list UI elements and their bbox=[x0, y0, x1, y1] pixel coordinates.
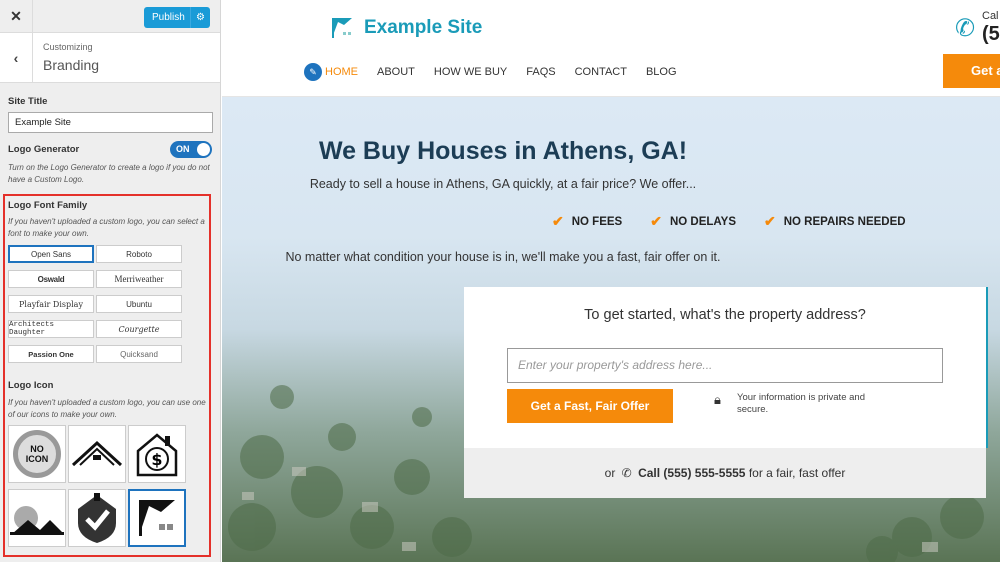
toggle-state: ON bbox=[176, 144, 190, 154]
customizer-topbar: ✕ Publish ⚙ bbox=[0, 0, 220, 33]
font-family-label: Logo Font Family bbox=[8, 200, 88, 211]
breadcrumb: Customizing bbox=[43, 42, 93, 52]
feature-label: NO FEES bbox=[571, 215, 623, 228]
font-option-passion-one[interactable]: Passion One bbox=[8, 345, 94, 363]
phone-icon: ✆ bbox=[955, 15, 976, 42]
font-option-roboto[interactable]: Roboto bbox=[96, 245, 182, 263]
no-icon-label: NO ICON bbox=[25, 444, 49, 464]
no-icon: NO ICON bbox=[13, 430, 61, 478]
sun-rooftops-icon bbox=[10, 506, 64, 535]
address-input[interactable]: Enter your property's address here... bbox=[507, 348, 943, 383]
site-header: Example Site ✎ HOME ABOUT HOW WE BUY FAQ… bbox=[222, 0, 1000, 97]
lead-form-card: To get started, what's the property addr… bbox=[464, 287, 986, 498]
call-phone-link[interactable]: Call (555) 555-5555 bbox=[638, 466, 745, 480]
get-offer-button[interactable]: Get a Fast, Fair Offer bbox=[507, 389, 673, 423]
logo-icon-option-none[interactable]: NO ICON bbox=[8, 425, 66, 483]
nav-item-faqs[interactable]: FAQS bbox=[526, 66, 555, 78]
font-option-oswald[interactable]: Oswald bbox=[8, 270, 94, 288]
font-option-playfair-display[interactable]: Playfair Display bbox=[8, 295, 94, 313]
feature-item: ✔ NO DELAYS bbox=[650, 213, 736, 230]
font-family-help: If you haven't uploaded a custom logo, y… bbox=[8, 217, 205, 238]
feature-item: ✔ NO REPAIRS NEEDED bbox=[764, 213, 906, 230]
publish-button[interactable]: Publish ⚙ bbox=[144, 7, 210, 28]
hero-title: We Buy Houses in Athens, GA! bbox=[318, 137, 688, 165]
shield-check-icon bbox=[78, 493, 116, 543]
logo-icon-option-house-dollar[interactable]: $ bbox=[128, 425, 186, 483]
font-option-courgette[interactable]: Courgette bbox=[96, 320, 182, 338]
feature-item: ✔ NO FEES bbox=[552, 213, 622, 230]
call-suffix: for a fair, fast offer bbox=[748, 466, 846, 480]
phone-icon: ✆ bbox=[621, 466, 632, 480]
font-option-open-sans[interactable]: Open Sans bbox=[8, 245, 94, 263]
flag-house-icon bbox=[139, 500, 175, 536]
roof-outline-icon bbox=[71, 440, 123, 467]
toggle-knob bbox=[197, 143, 210, 156]
close-icon[interactable]: ✕ bbox=[0, 0, 33, 33]
lock-icon: 🔒︎ bbox=[714, 392, 721, 407]
check-icon: ✔ bbox=[650, 213, 662, 229]
logo-icon-option-sun-rooftops[interactable] bbox=[8, 489, 66, 547]
nav-item-about[interactable]: ABOUT bbox=[377, 66, 415, 78]
section-title: Branding bbox=[43, 57, 100, 73]
logo-icon-option-flag-house[interactable] bbox=[128, 489, 186, 547]
site-preview: Example Site ✎ HOME ABOUT HOW WE BUY FAQ… bbox=[222, 0, 1000, 562]
form-question: To get started, what's the property addr… bbox=[584, 307, 866, 323]
check-icon: ✔ bbox=[764, 213, 776, 229]
site-title-label: Site Title bbox=[8, 96, 48, 107]
pencil-edit-icon[interactable]: ✎ bbox=[304, 63, 322, 81]
nav-item-how-we-buy[interactable]: HOW WE BUY bbox=[434, 66, 507, 78]
logo-generator-help: Turn on the Logo Generator to create a l… bbox=[8, 163, 210, 184]
call-bar: or ✆ Call (555) 555-5555 for a fair, fas… bbox=[464, 448, 986, 498]
call-number[interactable]: (5 bbox=[982, 23, 1000, 46]
logo-generator-toggle[interactable]: ON bbox=[170, 141, 212, 158]
feature-list: ✔ NO FEES ✔ NO DELAYS ✔ NO REPAIRS NEEDED bbox=[552, 213, 934, 230]
site-title-input[interactable]: Example Site bbox=[8, 112, 213, 133]
customizer-sidebar: ✕ Publish ⚙ ‹ Customizing Branding Site … bbox=[0, 0, 221, 562]
logo-generator-label: Logo Generator bbox=[8, 144, 80, 155]
privacy-note: Your information is private and secure. bbox=[737, 392, 865, 415]
header-cta-button[interactable]: Get a bbox=[943, 54, 1000, 88]
logo-icon-option-shield[interactable] bbox=[68, 489, 126, 547]
nav-item-blog[interactable]: BLOG bbox=[646, 66, 677, 78]
hero-note: No matter what condition your house is i… bbox=[285, 250, 721, 264]
main-nav: ✎ HOME ABOUT HOW WE BUY FAQS CONTACT BLO… bbox=[304, 63, 696, 81]
site-logo[interactable]: Example Site bbox=[330, 16, 482, 40]
nav-item-contact[interactable]: CONTACT bbox=[575, 66, 627, 78]
publish-label: Publish bbox=[152, 12, 185, 23]
nav-item-home[interactable]: HOME bbox=[325, 66, 358, 78]
flag-house-icon bbox=[332, 18, 352, 38]
font-option-ubuntu[interactable]: Ubuntu bbox=[96, 295, 182, 313]
svg-text:$: $ bbox=[151, 450, 162, 469]
lead-form: To get started, what's the property addr… bbox=[464, 287, 986, 448]
logo-icon-help: If you haven't uploaded a custom logo, y… bbox=[8, 398, 206, 419]
gear-icon[interactable]: ⚙ bbox=[190, 7, 210, 28]
feature-label: NO REPAIRS NEEDED bbox=[783, 215, 906, 228]
back-chevron-icon[interactable]: ‹ bbox=[0, 33, 33, 83]
font-option-quicksand[interactable]: Quicksand bbox=[96, 345, 182, 363]
call-prefix: or bbox=[604, 466, 616, 480]
font-option-merriweather[interactable]: Merriweather bbox=[96, 270, 182, 288]
house-dollar-icon: $ bbox=[136, 433, 178, 477]
section-header: ‹ Customizing Branding bbox=[0, 33, 220, 83]
font-option-architects-daughter[interactable]: Architects Daughter bbox=[8, 320, 94, 338]
logo-icon-option-roof[interactable] bbox=[68, 425, 126, 483]
call-label: Cal bbox=[982, 10, 999, 22]
check-icon: ✔ bbox=[552, 213, 564, 229]
site-logo-text: Example Site bbox=[364, 17, 483, 38]
hero-subtitle: Ready to sell a house in Athens, GA quic… bbox=[309, 177, 697, 191]
feature-label: NO DELAYS bbox=[669, 215, 736, 228]
logo-icon-label: Logo Icon bbox=[8, 380, 54, 391]
